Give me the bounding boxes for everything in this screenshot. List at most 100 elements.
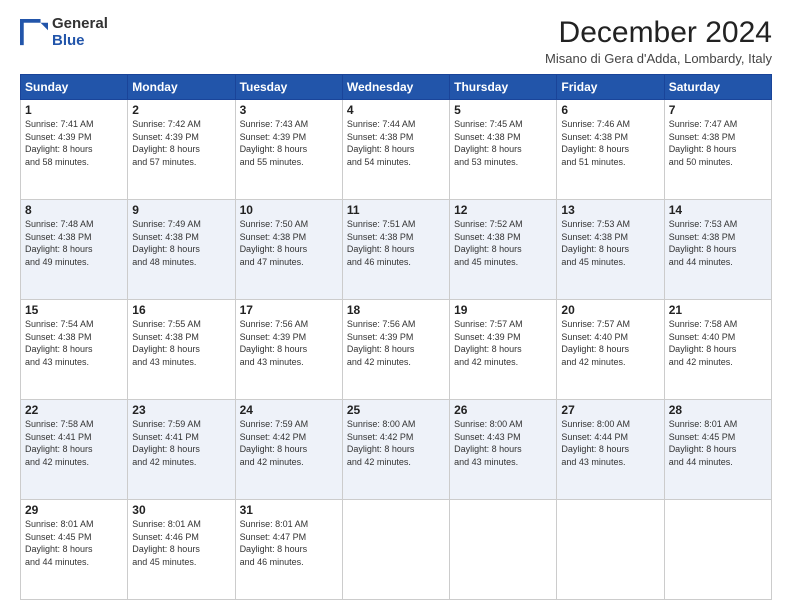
calendar-cell: 18Sunrise: 7:56 AMSunset: 4:39 PMDayligh… (342, 300, 449, 400)
calendar-week-row: 29Sunrise: 8:01 AMSunset: 4:45 PMDayligh… (21, 500, 772, 600)
calendar-cell: 19Sunrise: 7:57 AMSunset: 4:39 PMDayligh… (450, 300, 557, 400)
day-number: 9 (132, 203, 230, 217)
header-wednesday: Wednesday (342, 75, 449, 100)
day-info: Sunrise: 7:44 AMSunset: 4:38 PMDaylight:… (347, 118, 445, 168)
header: General Blue December 2024 Misano di Ger… (20, 16, 772, 66)
calendar-cell: 12Sunrise: 7:52 AMSunset: 4:38 PMDayligh… (450, 200, 557, 300)
day-info: Sunrise: 8:01 AMSunset: 4:45 PMDaylight:… (25, 518, 123, 568)
day-info: Sunrise: 7:41 AMSunset: 4:39 PMDaylight:… (25, 118, 123, 168)
day-info: Sunrise: 7:58 AMSunset: 4:41 PMDaylight:… (25, 418, 123, 468)
weekday-header-row: Sunday Monday Tuesday Wednesday Thursday… (21, 75, 772, 100)
calendar-cell: 14Sunrise: 7:53 AMSunset: 4:38 PMDayligh… (664, 200, 771, 300)
day-number: 1 (25, 103, 123, 117)
calendar-cell: 28Sunrise: 8:01 AMSunset: 4:45 PMDayligh… (664, 400, 771, 500)
logo: General Blue (20, 16, 108, 49)
header-sunday: Sunday (21, 75, 128, 100)
day-number: 14 (669, 203, 767, 217)
calendar-cell: 16Sunrise: 7:55 AMSunset: 4:38 PMDayligh… (128, 300, 235, 400)
logo-blue: Blue (52, 32, 85, 49)
day-number: 8 (25, 203, 123, 217)
calendar-cell: 15Sunrise: 7:54 AMSunset: 4:38 PMDayligh… (21, 300, 128, 400)
day-info: Sunrise: 7:48 AMSunset: 4:38 PMDaylight:… (25, 218, 123, 268)
day-number: 7 (669, 103, 767, 117)
day-number: 21 (669, 303, 767, 317)
logo-icon (20, 19, 48, 47)
calendar-cell: 10Sunrise: 7:50 AMSunset: 4:38 PMDayligh… (235, 200, 342, 300)
header-friday: Friday (557, 75, 664, 100)
calendar-cell: 3Sunrise: 7:43 AMSunset: 4:39 PMDaylight… (235, 100, 342, 200)
day-info: Sunrise: 7:58 AMSunset: 4:40 PMDaylight:… (669, 318, 767, 368)
day-number: 19 (454, 303, 552, 317)
calendar-cell: 9Sunrise: 7:49 AMSunset: 4:38 PMDaylight… (128, 200, 235, 300)
month-title: December 2024 (545, 16, 772, 49)
calendar-cell: 23Sunrise: 7:59 AMSunset: 4:41 PMDayligh… (128, 400, 235, 500)
day-number: 28 (669, 403, 767, 417)
calendar-cell: 7Sunrise: 7:47 AMSunset: 4:38 PMDaylight… (664, 100, 771, 200)
calendar-cell: 30Sunrise: 8:01 AMSunset: 4:46 PMDayligh… (128, 500, 235, 600)
calendar-cell (557, 500, 664, 600)
calendar-cell: 1Sunrise: 7:41 AMSunset: 4:39 PMDaylight… (21, 100, 128, 200)
calendar-cell: 24Sunrise: 7:59 AMSunset: 4:42 PMDayligh… (235, 400, 342, 500)
day-info: Sunrise: 8:01 AMSunset: 4:47 PMDaylight:… (240, 518, 338, 568)
title-block: December 2024 Misano di Gera d'Adda, Lom… (545, 16, 772, 66)
logo-text: General Blue (52, 16, 108, 49)
calendar-table: Sunday Monday Tuesday Wednesday Thursday… (20, 74, 772, 600)
day-number: 22 (25, 403, 123, 417)
day-info: Sunrise: 7:49 AMSunset: 4:38 PMDaylight:… (132, 218, 230, 268)
day-number: 5 (454, 103, 552, 117)
day-info: Sunrise: 7:43 AMSunset: 4:39 PMDaylight:… (240, 118, 338, 168)
day-number: 12 (454, 203, 552, 217)
calendar-cell: 29Sunrise: 8:01 AMSunset: 4:45 PMDayligh… (21, 500, 128, 600)
location: Misano di Gera d'Adda, Lombardy, Italy (545, 51, 772, 66)
day-info: Sunrise: 7:59 AMSunset: 4:42 PMDaylight:… (240, 418, 338, 468)
day-number: 2 (132, 103, 230, 117)
day-number: 18 (347, 303, 445, 317)
day-number: 16 (132, 303, 230, 317)
calendar-cell: 27Sunrise: 8:00 AMSunset: 4:44 PMDayligh… (557, 400, 664, 500)
calendar-cell: 5Sunrise: 7:45 AMSunset: 4:38 PMDaylight… (450, 100, 557, 200)
day-number: 3 (240, 103, 338, 117)
day-number: 10 (240, 203, 338, 217)
calendar-week-row: 22Sunrise: 7:58 AMSunset: 4:41 PMDayligh… (21, 400, 772, 500)
header-thursday: Thursday (450, 75, 557, 100)
calendar-cell: 17Sunrise: 7:56 AMSunset: 4:39 PMDayligh… (235, 300, 342, 400)
calendar-cell (664, 500, 771, 600)
day-info: Sunrise: 7:52 AMSunset: 4:38 PMDaylight:… (454, 218, 552, 268)
day-info: Sunrise: 8:00 AMSunset: 4:44 PMDaylight:… (561, 418, 659, 468)
day-number: 27 (561, 403, 659, 417)
day-number: 4 (347, 103, 445, 117)
logo-general: General (52, 15, 108, 32)
calendar-cell: 22Sunrise: 7:58 AMSunset: 4:41 PMDayligh… (21, 400, 128, 500)
day-info: Sunrise: 7:47 AMSunset: 4:38 PMDaylight:… (669, 118, 767, 168)
calendar-week-row: 15Sunrise: 7:54 AMSunset: 4:38 PMDayligh… (21, 300, 772, 400)
calendar-cell: 25Sunrise: 8:00 AMSunset: 4:42 PMDayligh… (342, 400, 449, 500)
day-info: Sunrise: 7:51 AMSunset: 4:38 PMDaylight:… (347, 218, 445, 268)
header-saturday: Saturday (664, 75, 771, 100)
calendar-page: General Blue December 2024 Misano di Ger… (0, 0, 792, 612)
calendar-cell: 21Sunrise: 7:58 AMSunset: 4:40 PMDayligh… (664, 300, 771, 400)
calendar-cell: 8Sunrise: 7:48 AMSunset: 4:38 PMDaylight… (21, 200, 128, 300)
calendar-week-row: 1Sunrise: 7:41 AMSunset: 4:39 PMDaylight… (21, 100, 772, 200)
day-number: 25 (347, 403, 445, 417)
day-info: Sunrise: 7:50 AMSunset: 4:38 PMDaylight:… (240, 218, 338, 268)
day-number: 6 (561, 103, 659, 117)
calendar-cell: 11Sunrise: 7:51 AMSunset: 4:38 PMDayligh… (342, 200, 449, 300)
day-number: 23 (132, 403, 230, 417)
day-info: Sunrise: 7:56 AMSunset: 4:39 PMDaylight:… (347, 318, 445, 368)
day-info: Sunrise: 7:57 AMSunset: 4:40 PMDaylight:… (561, 318, 659, 368)
day-number: 29 (25, 503, 123, 517)
day-number: 13 (561, 203, 659, 217)
day-info: Sunrise: 7:53 AMSunset: 4:38 PMDaylight:… (669, 218, 767, 268)
calendar-week-row: 8Sunrise: 7:48 AMSunset: 4:38 PMDaylight… (21, 200, 772, 300)
calendar-cell (450, 500, 557, 600)
day-info: Sunrise: 7:55 AMSunset: 4:38 PMDaylight:… (132, 318, 230, 368)
calendar-cell: 2Sunrise: 7:42 AMSunset: 4:39 PMDaylight… (128, 100, 235, 200)
calendar-cell: 13Sunrise: 7:53 AMSunset: 4:38 PMDayligh… (557, 200, 664, 300)
day-number: 31 (240, 503, 338, 517)
calendar-cell: 4Sunrise: 7:44 AMSunset: 4:38 PMDaylight… (342, 100, 449, 200)
header-monday: Monday (128, 75, 235, 100)
day-info: Sunrise: 7:46 AMSunset: 4:38 PMDaylight:… (561, 118, 659, 168)
day-info: Sunrise: 7:45 AMSunset: 4:38 PMDaylight:… (454, 118, 552, 168)
calendar-cell: 26Sunrise: 8:00 AMSunset: 4:43 PMDayligh… (450, 400, 557, 500)
header-tuesday: Tuesday (235, 75, 342, 100)
